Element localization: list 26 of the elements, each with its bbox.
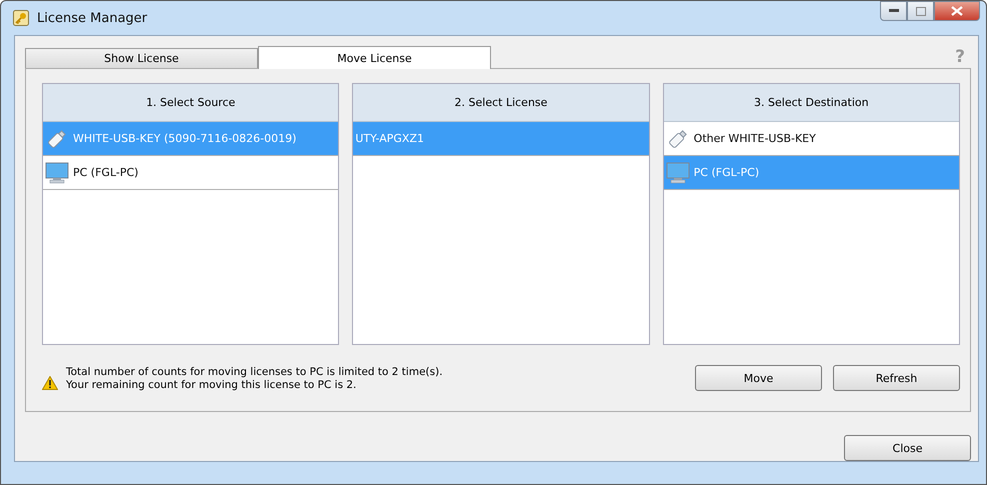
notice-text: Your remaining count for moving this license to PC is 2. [66,379,358,391]
tab[interactable]: Move License [258,46,491,69]
list-header: 3. Select Destination [664,84,959,122]
window-title: License Manager [37,10,148,26]
monitor-icon [666,162,690,184]
close-window-button[interactable] [934,1,980,21]
minimize-icon [888,9,898,13]
monitor-icon [45,162,69,184]
tab[interactable]: Show License [25,48,258,68]
list-header: 1. Select Source [43,84,338,122]
notice-text: Total number of counts for moving licenses to PC is limited to 2 time(s). [66,366,443,378]
warning-icon [42,376,58,390]
list-header: 2. Select License [353,84,649,122]
action-button[interactable]: Move [695,365,822,391]
item-label: UTY-APGXZ1 [355,132,424,145]
key-icon [13,10,29,26]
minimize-button[interactable] [880,1,907,21]
action-button[interactable]: Refresh [833,365,960,391]
item-label: PC (FGL-PC) [694,166,760,179]
close-icon [951,6,963,16]
item-label: WHITE-USB-KEY (5090-7116-0826-0019) [73,132,296,145]
item-label: PC (FGL-PC) [73,166,138,179]
maximize-icon [916,6,926,16]
item-label: Other WHITE-USB-KEY [694,132,816,145]
list-item[interactable]: PC (FGL-PC) [43,156,338,190]
close-button[interactable]: Close [844,435,971,461]
